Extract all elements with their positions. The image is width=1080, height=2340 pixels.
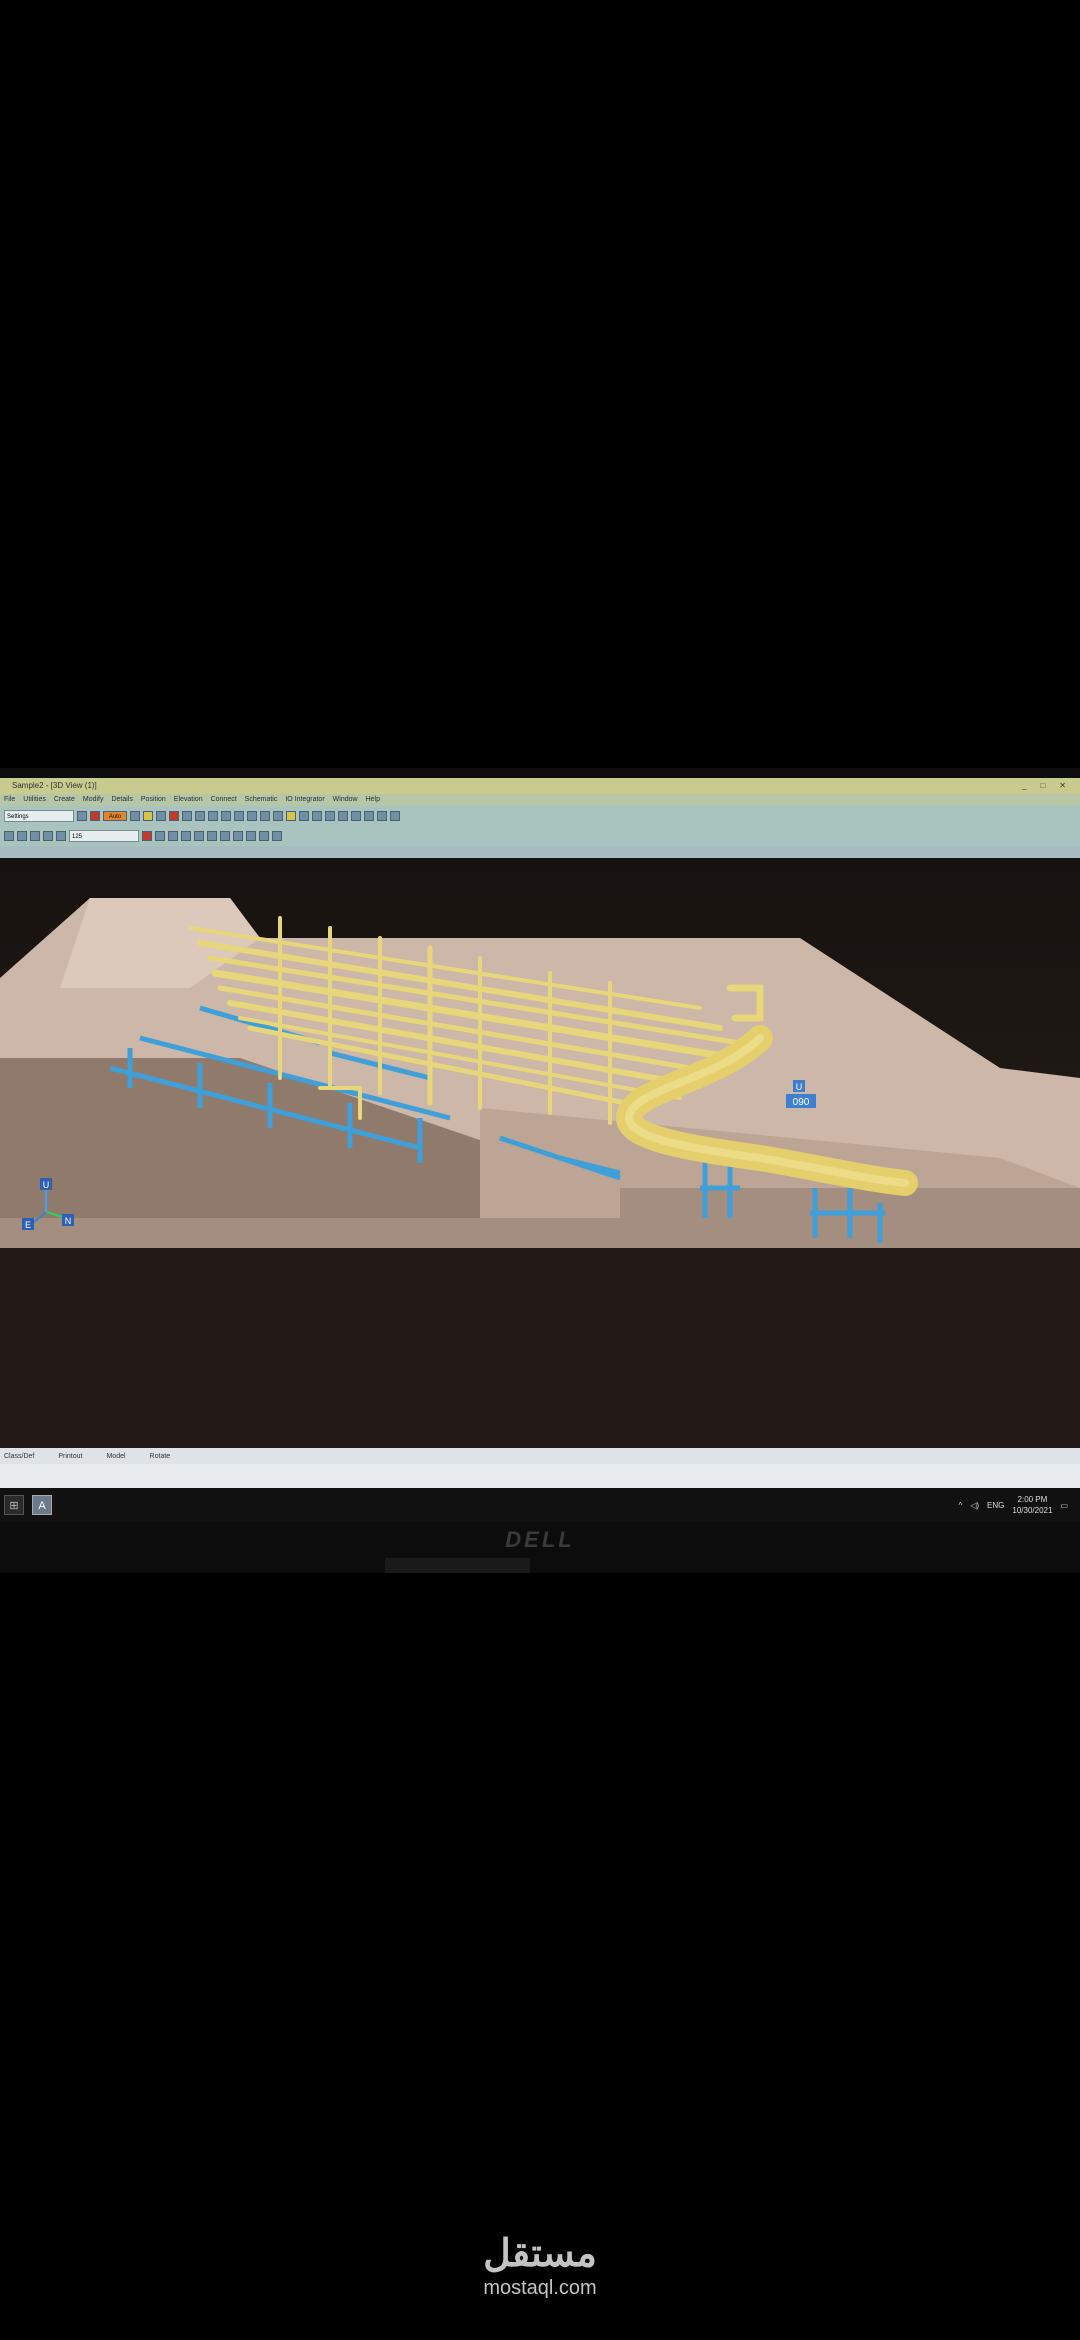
toolbar-button[interactable] [30,831,40,841]
menu-connect[interactable]: Connect [211,794,237,806]
toolbar-button[interactable] [4,831,14,841]
main-toolbar: Settings Auto [0,806,1080,826]
close-button[interactable]: ✕ [1059,778,1066,794]
navigation-cube-top-label: U [796,1082,803,1092]
menu-file[interactable]: File [4,794,15,806]
toolbar-button[interactable] [221,811,231,821]
toolbar-button[interactable] [56,831,66,841]
clock[interactable]: 2:00 PM 10/30/2021 [1012,1494,1052,1516]
volume-icon[interactable]: ◁) [970,1501,979,1510]
clock-date: 10/30/2021 [1012,1506,1053,1515]
taskbar-app-icon[interactable]: A [32,1495,52,1515]
language-indicator[interactable]: ENG [987,1501,1004,1510]
toolbar-button[interactable] [299,811,309,821]
monitor-brand: DELL [505,1527,575,1552]
toolbar-button[interactable] [338,811,348,821]
toolbar-button[interactable] [246,831,256,841]
axis-east-label: E [25,1220,31,1230]
screen: Sample2 - [3D View (1)] _ □ ✕ File Utili… [0,778,1080,1488]
toolbar-button[interactable] [208,811,218,821]
maximize-button[interactable]: □ [1040,778,1045,794]
menu-help[interactable]: Help [366,794,380,806]
3d-viewport[interactable]: 090 U U N E [0,858,1080,1448]
menu-window[interactable]: Window [333,794,358,806]
clock-time: 2:00 PM [1017,1495,1048,1504]
play-icon[interactable] [195,811,205,821]
toolbar-button[interactable] [194,831,204,841]
toolbar-button[interactable] [43,831,53,841]
tab-model[interactable]: Model [106,1453,125,1460]
minimize-button[interactable]: _ [1022,778,1026,794]
monitor: Sample2 - [3D View (1)] _ □ ✕ File Utili… [0,768,1080,1573]
background-floor [0,1248,1080,1448]
toolbar-button[interactable] [220,831,230,841]
menu-create[interactable]: Create [54,794,75,806]
menu-bar: File Utilities Create Modify Details Pos… [0,794,1080,806]
toolbar-button[interactable] [260,811,270,821]
watermark-arabic: مستقل [483,2233,597,2275]
toolbar-button[interactable] [312,811,322,821]
monitor-stand [385,1558,530,1573]
toolbar-button[interactable] [143,811,153,821]
menu-details[interactable]: Details [111,794,132,806]
command-bar[interactable] [0,1464,1080,1488]
toolbar-button[interactable] [234,811,244,821]
undo-icon[interactable] [168,831,178,841]
secondary-toolbar: 125 [0,826,1080,846]
title-bar: Sample2 - [3D View (1)] _ □ ✕ [0,778,1080,794]
3d-model-render: 090 U U N E [0,898,1080,1448]
toolbar-button[interactable] [155,831,165,841]
toolbar-button[interactable] [390,811,400,821]
status-line [0,846,1080,858]
monitor-logo: DELL [0,1522,1080,1558]
toolbar-button[interactable] [272,831,282,841]
windows-taskbar: ⊞ A ^ ◁) ENG 2:00 PM 10/30/2021 ▭ [0,1488,1080,1522]
value-select[interactable]: 125 [69,830,139,842]
start-icon[interactable]: ⊞ [4,1495,24,1515]
toolbar-button[interactable] [273,811,283,821]
axis-north-label: N [65,1216,72,1226]
toolbar-button[interactable] [259,831,269,841]
toolbar-button[interactable] [325,811,335,821]
menu-io-integrator[interactable]: IO Integrator [285,794,324,806]
tab-printout[interactable]: Printout [58,1453,82,1460]
toolbar-button[interactable] [207,831,217,841]
tab-rotate[interactable]: Rotate [150,1453,171,1460]
axis-up-label: U [43,1180,50,1190]
navigation-cube-label: 090 [793,1097,810,1108]
menu-schematic[interactable]: Schematic [245,794,278,806]
toolbar-button[interactable] [233,831,243,841]
tab-class-def[interactable]: Class/Def [4,1453,34,1460]
menu-modify[interactable]: Modify [83,794,104,806]
toolbar-button[interactable] [156,811,166,821]
toolbar-button[interactable] [351,811,361,821]
window-title: Sample2 - [3D View (1)] [12,781,97,790]
menu-position[interactable]: Position [141,794,166,806]
toolbar-button[interactable] [130,811,140,821]
system-tray: ^ ◁) ENG 2:00 PM 10/30/2021 ▭ [958,1494,1068,1516]
toolbar-button[interactable] [377,811,387,821]
pencil-icon[interactable] [286,811,296,821]
toolbar-button[interactable] [364,811,374,821]
delete-icon[interactable] [90,811,100,821]
toolbar-button[interactable] [182,811,192,821]
menu-elevation[interactable]: Elevation [174,794,203,806]
view-select[interactable]: Settings [4,810,74,822]
toolbar-button[interactable] [17,831,27,841]
record-icon[interactable] [169,811,179,821]
watermark-latin: mostaql.com [483,2277,597,2299]
toolbar-button[interactable] [247,811,257,821]
watermark: مستقل mostaql.com [0,2232,1080,2300]
window-controls: _ □ ✕ [1022,778,1066,794]
notification-icon[interactable]: ▭ [1060,1501,1068,1510]
toolbar-button[interactable] [77,811,87,821]
sheet-tabs: Class/Def Printout Model Rotate [0,1448,1080,1464]
menu-utilities[interactable]: Utilities [23,794,46,806]
chevron-up-icon[interactable]: ^ [958,1501,962,1510]
close-icon[interactable] [142,831,152,841]
redo-icon[interactable] [181,831,191,841]
auto-button[interactable]: Auto [103,811,127,821]
